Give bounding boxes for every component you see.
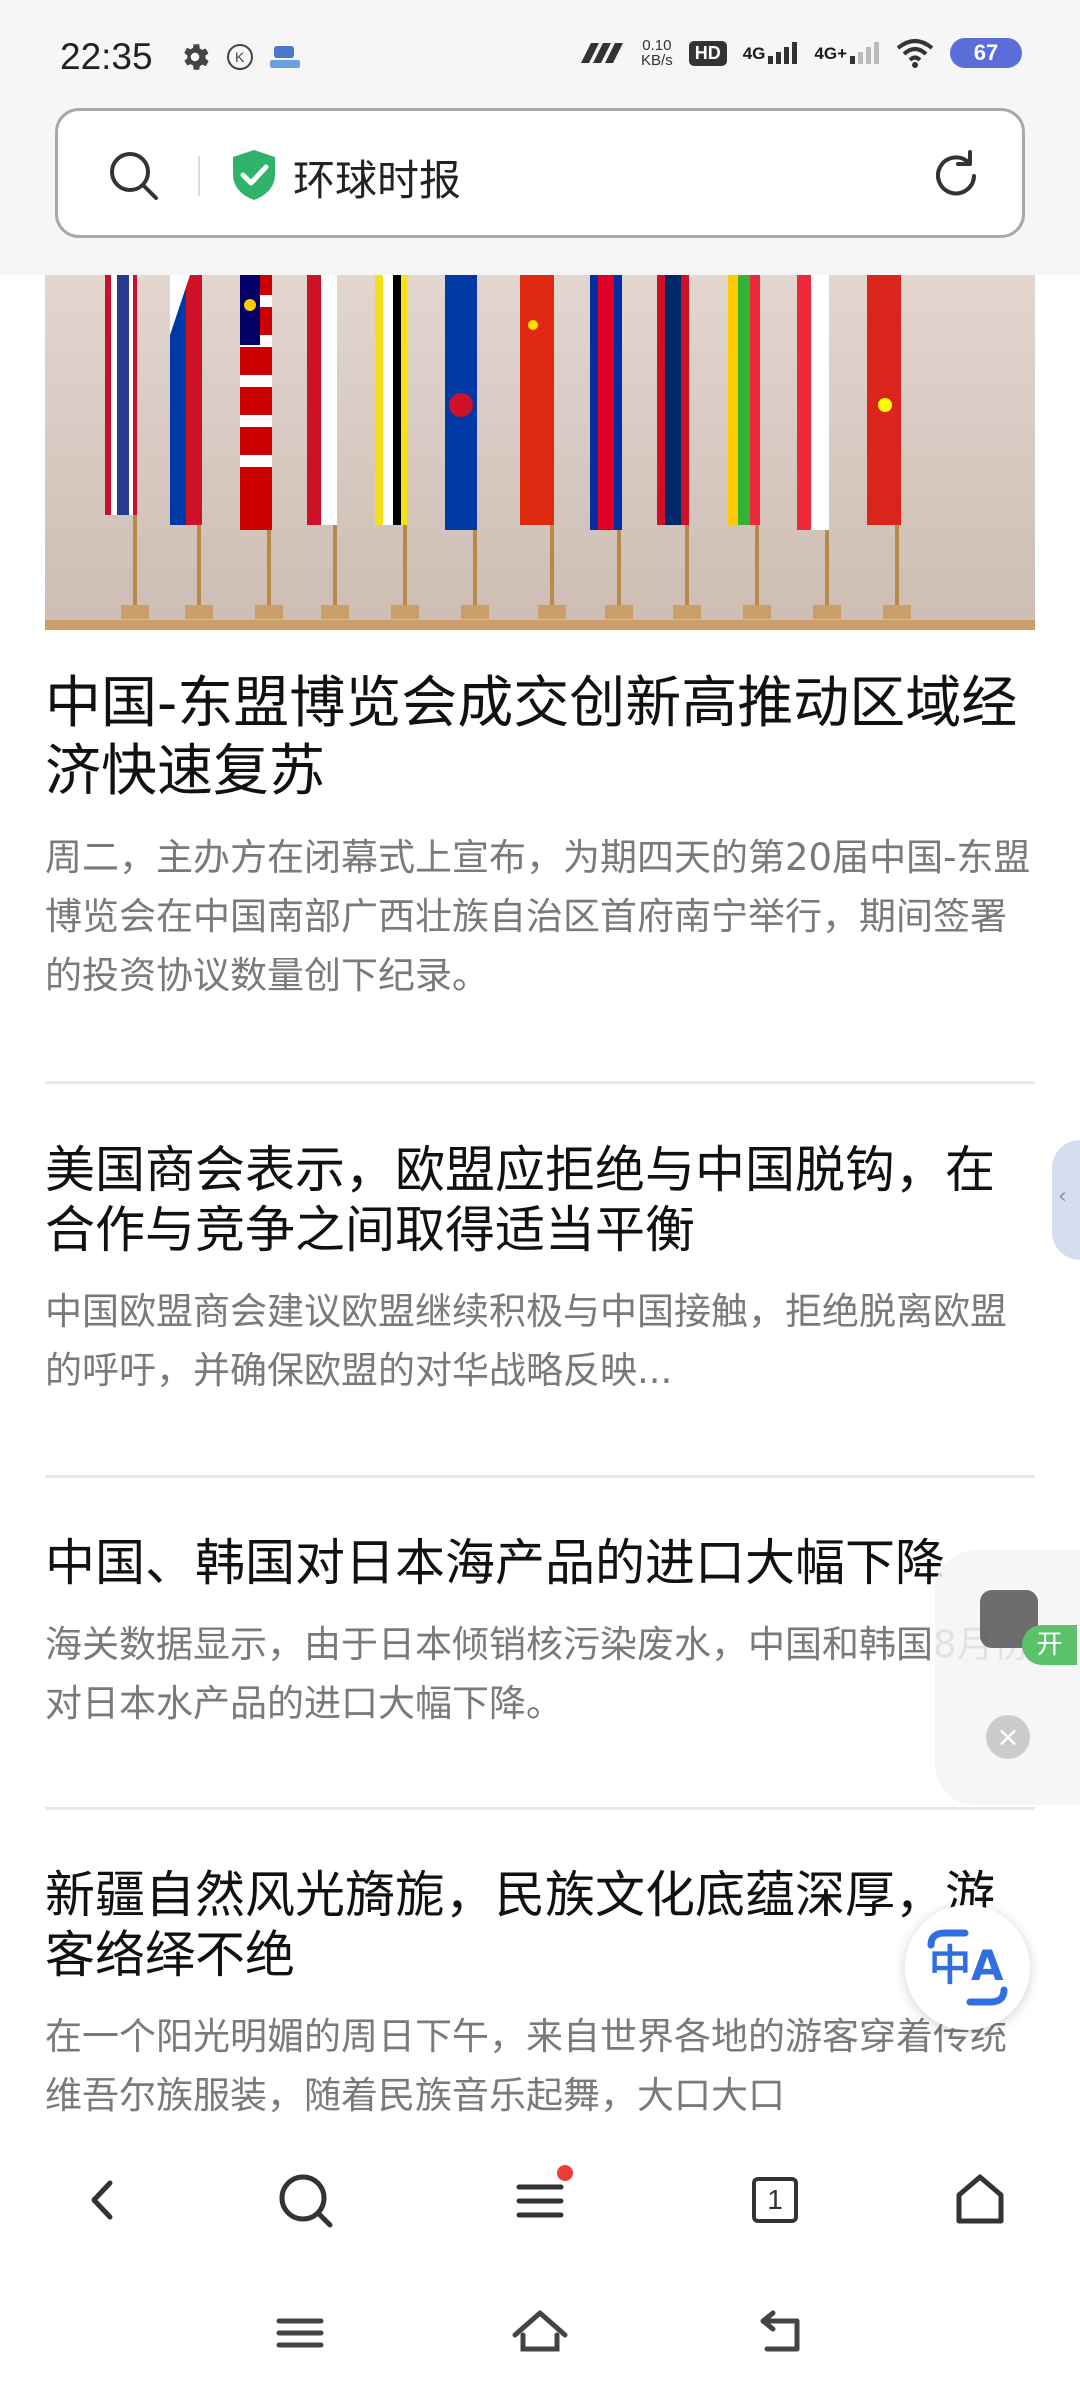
cell-bars-icon (850, 42, 879, 64)
news-feed[interactable]: 中国-东盟博览会成交创新高推动区域经济快速复苏 周二，主办方在闭幕式上宣布，为期… (0, 275, 1080, 2125)
shield-check-icon (233, 150, 275, 200)
net-speed-value: 0.10 (642, 37, 672, 54)
flag-vietnam (867, 275, 901, 525)
article-title[interactable]: 美国商会表示，欧盟应拒绝与中国脱钩，在合作与竞争之间取得适当平衡 (45, 1140, 1035, 1260)
search-icon[interactable] (270, 2165, 340, 2235)
sim2-signal: 4G+ (814, 42, 880, 64)
side-drawer-tab[interactable]: ‹ (1052, 1140, 1080, 1260)
status-left-icons: K (178, 40, 302, 74)
tabs-button[interactable]: 1 (740, 2165, 810, 2235)
article-summary[interactable]: 周二，主办方在闭幕式上宣布，为期四天的第20届中国-东盟博览会在中国南部广西壮族… (45, 828, 1035, 1005)
flag-myanmar (728, 275, 760, 525)
system-nav-bar (0, 2275, 1080, 2400)
sim2-label: 4G+ (814, 44, 847, 63)
flag-china (520, 275, 554, 525)
flag-indonesia (307, 275, 337, 525)
back-icon[interactable] (68, 2165, 138, 2235)
flags-illustration (105, 275, 911, 619)
chevron-left-icon: ‹ (1058, 1184, 1067, 1209)
article-title[interactable]: 中国-东盟博览会成交创新高推动区域经济快速复苏 (45, 670, 1035, 806)
sim1-signal: 4G (743, 42, 799, 64)
article-title[interactable]: 新疆自然风光旖旎，民族文化底蕴深厚，游客络绎不绝 (45, 1865, 1035, 1985)
menu-button[interactable] (505, 2165, 575, 2235)
flag-singapore (797, 275, 829, 530)
flag-asean (445, 275, 477, 530)
article-divider (45, 1807, 1035, 1810)
wifi-icon (896, 39, 934, 68)
flag-brunei (375, 275, 407, 525)
article-summary[interactable]: 在一个阳光明媚的周日下午，来自世界各地的游客穿着传统维吾尔族服装，随着民族音乐起… (45, 2007, 1035, 2125)
article-card[interactable]: 中国、韩国对日本海产品的进口大幅下降 海关数据显示，由于日本倾销核污染废水，中国… (45, 1533, 1035, 1733)
article-card[interactable]: 中国-东盟博览会成交创新高推动区域经济快速复苏 周二，主办方在闭幕式上宣布，为期… (45, 670, 1035, 1005)
net-speed-unit: KB/s (641, 52, 673, 69)
floating-assistant-panel[interactable] (935, 1550, 1080, 1805)
site-title[interactable]: 环球时报 (293, 147, 461, 208)
k-badge-icon: K (227, 44, 253, 70)
signal-strength-icon (581, 43, 624, 63)
flag-laos (657, 275, 689, 525)
translate-label: 中A (929, 1941, 1004, 1990)
flag-cambodia (590, 275, 622, 530)
hero-image-flags[interactable] (45, 275, 1035, 630)
hd-badge: HD (688, 40, 727, 66)
flag-malaysia (240, 275, 272, 530)
status-bar: 22:35 K 0.10 KB/s HD 4G 4G+ 67 (0, 0, 1080, 100)
battery-indicator: 67 (950, 38, 1022, 68)
browser-toolbar: 1 (0, 2125, 1080, 2275)
gear-icon (184, 44, 209, 70)
hero-base-strip (45, 620, 1035, 630)
translate-button[interactable]: 中A (905, 1905, 1030, 2030)
svg-text:K: K (235, 49, 245, 65)
browser-address-area: 环球时报 (0, 100, 1080, 275)
tab-count: 1 (752, 2177, 798, 2223)
article-summary[interactable]: 中国欧盟商会建议欧盟继续积极与中国接触，拒绝脱离欧盟的呼吁，并确保欧盟的对华战略… (45, 1282, 1035, 1400)
home-nav-icon[interactable] (505, 2297, 575, 2367)
article-card[interactable]: 美国商会表示，欧盟应拒绝与中国脱钩，在合作与竞争之间取得适当平衡 中国欧盟商会建… (45, 1140, 1035, 1400)
article-title[interactable]: 中国、韩国对日本海产品的进口大幅下降 (45, 1533, 1035, 1593)
recent-apps-icon[interactable] (265, 2297, 335, 2367)
cell-bars-icon (768, 42, 798, 64)
net-speed: 0.10 KB/s (641, 38, 673, 68)
flag-thailand (105, 275, 137, 515)
refresh-icon[interactable] (928, 148, 984, 204)
address-bar[interactable]: 环球时报 (55, 108, 1025, 238)
notification-dot (557, 2165, 573, 2181)
assistant-open-toggle[interactable]: 开 (1022, 1625, 1077, 1665)
article-card[interactable]: 新疆自然风光旖旎，民族文化底蕴深厚，游客络绎不绝 在一个阳光明媚的周日下午，来自… (45, 1865, 1035, 2125)
article-divider (45, 1081, 1035, 1084)
back-nav-icon[interactable] (745, 2297, 815, 2367)
translate-icon: 中A (927, 1929, 1008, 2006)
home-icon[interactable] (945, 2165, 1015, 2235)
search-icon[interactable] (106, 148, 162, 204)
close-icon[interactable]: × (986, 1715, 1030, 1759)
sim1-label: 4G (742, 44, 766, 63)
article-divider (45, 1475, 1035, 1478)
status-time: 22:35 (60, 36, 153, 77)
article-summary[interactable]: 海关数据显示，由于日本倾销核污染废水，中国和韩国8月份对日本水产品的进口大幅下降… (45, 1615, 1035, 1733)
app-notification-icon (270, 46, 300, 68)
flag-philippines (170, 275, 202, 525)
status-right-icons: 0.10 KB/s HD 4G 4G+ 67 (577, 38, 1022, 68)
flag-bases (121, 605, 911, 619)
address-divider (198, 156, 200, 196)
